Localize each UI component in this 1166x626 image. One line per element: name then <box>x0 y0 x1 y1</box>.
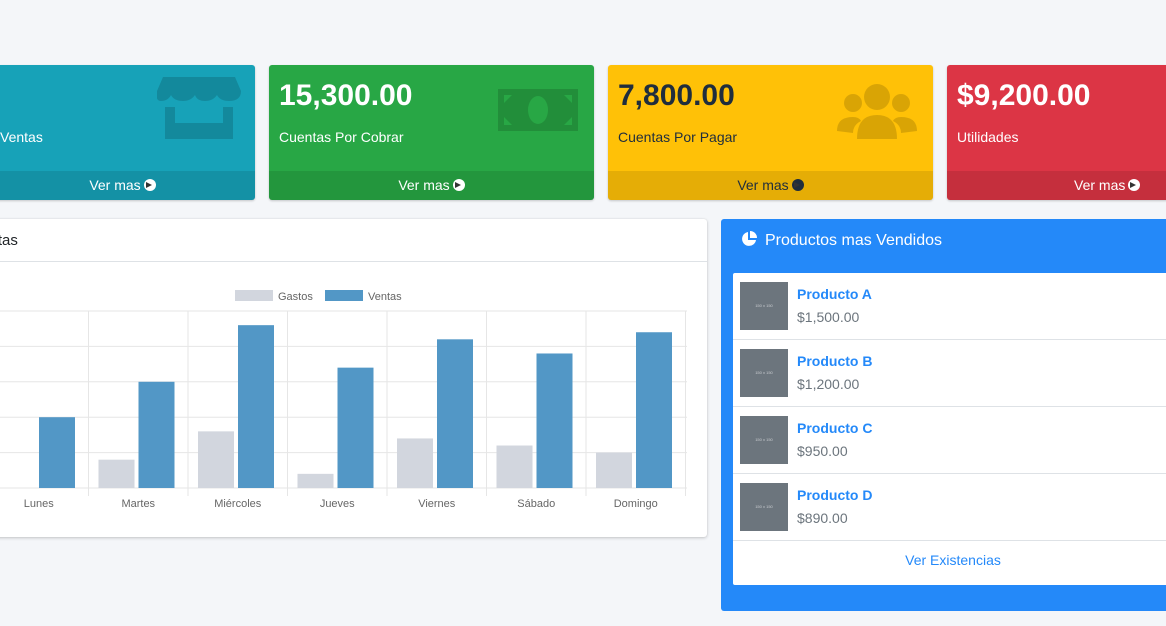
bar-ventas <box>536 353 573 488</box>
arrow-circle-right-icon <box>791 179 804 191</box>
box-value: $9,200.00 <box>957 79 1091 112</box>
product-thumbnail: 150 x 150 <box>740 416 788 464</box>
arrow-circle-right-icon <box>143 179 156 191</box>
more-label: Ver mas <box>1074 177 1126 193</box>
money-icon <box>498 89 578 131</box>
list-item: 150 x 150 Producto A $1,500.00 <box>733 273 1166 340</box>
ver-existencias-link[interactable]: Ver Existencias <box>733 552 1166 568</box>
bar-ventas <box>437 339 473 488</box>
bar-ventas <box>138 381 175 488</box>
legend-label: Ventas <box>368 291 402 303</box>
arrow-circle-right-icon <box>1128 179 1141 191</box>
utilidades-box: $9,200.00 Utilidades Ver mas <box>947 65 1166 200</box>
x-tick-label: Viernes <box>418 498 456 510</box>
bar-gastos <box>98 459 135 488</box>
bar-ventas <box>636 332 672 488</box>
product-list: 150 x 150 Producto A $1,500.00 150 x 150… <box>733 273 1166 585</box>
more-label: Ver mas <box>398 177 450 193</box>
bar-gastos <box>198 431 234 488</box>
box-more-link[interactable]: Ver mas <box>608 171 933 200</box>
product-thumbnail: 150 x 150 <box>740 282 788 330</box>
list-item: 150 x 150 Producto B $1,200.00 <box>733 340 1166 407</box>
product-price: $890.00 <box>797 510 848 526</box>
bar-gastos <box>397 438 433 488</box>
legend-swatch <box>325 290 363 301</box>
list-item: 150 x 150 Producto D $890.00 <box>733 474 1166 541</box>
users-icon <box>837 84 917 139</box>
bar-ventas <box>238 325 274 488</box>
productos-header: Productos mas Vendidos <box>741 231 942 250</box>
box-more-link[interactable]: Ver mas <box>947 171 1166 200</box>
x-tick-label: Sábado <box>517 498 555 510</box>
product-price: $950.00 <box>797 443 848 459</box>
bar-chart: Lunes Martes Miércoles Jueves Viernes Sábado D… <box>0 290 687 510</box>
product-link[interactable]: Producto A <box>797 286 872 302</box>
bar-gastos <box>596 452 632 488</box>
more-label: Ver mas <box>737 177 789 193</box>
bar-ventas <box>39 417 75 488</box>
box-label: Cuentas Por Cobrar <box>279 129 404 145</box>
bar-ventas <box>337 367 374 488</box>
ventas-box: Ventas Ver mas <box>0 65 255 200</box>
legend-label: Gastos <box>278 291 313 303</box>
x-tick-label: Miércoles <box>214 498 262 510</box>
product-price: $1,500.00 <box>797 309 860 325</box>
list-item: 150 x 150 Producto C $950.00 <box>733 407 1166 474</box>
product-link[interactable]: Producto C <box>797 420 872 436</box>
x-tick-label: Martes <box>121 498 155 510</box>
product-thumbnail: 150 x 150 <box>740 349 788 397</box>
box-label: Utilidades <box>957 129 1019 145</box>
bar-gastos <box>496 445 533 488</box>
product-thumbnail: 150 x 150 <box>740 483 788 531</box>
bar-gastos <box>297 473 334 488</box>
productos-title: Productos mas Vendidos <box>765 232 942 249</box>
box-more-link[interactable]: Ver mas <box>0 171 255 200</box>
box-value: 7,800.00 <box>618 79 735 112</box>
store-icon <box>157 77 241 139</box>
cuentas-cobrar-box: 15,300.00 Cuentas Por Cobrar Ver mas <box>269 65 594 200</box>
x-tick-label: Domingo <box>614 498 658 510</box>
productos-card: Productos mas Vendidos 150 x 150 Product… <box>721 219 1166 611</box>
x-tick-label: Lunes <box>24 498 54 510</box>
box-value: 15,300.00 <box>279 79 413 112</box>
x-tick-label: Jueves <box>320 498 355 510</box>
ventas-chart-card: Ventas Lunes Martes Miércoles Jueves Viernes… <box>0 219 707 537</box>
product-link[interactable]: Producto D <box>797 487 872 503</box>
legend-swatch <box>235 290 273 301</box>
box-label: Cuentas Por Pagar <box>618 129 738 145</box>
box-more-link[interactable]: Ver mas <box>269 171 594 200</box>
box-label: Ventas <box>0 129 43 145</box>
product-link[interactable]: Producto B <box>797 353 872 369</box>
chart-pie-icon <box>742 231 757 246</box>
product-price: $1,200.00 <box>797 376 860 392</box>
arrow-circle-right-icon <box>452 179 465 191</box>
cuentas-pagar-box: 7,800.00 Cuentas Por Pagar Ver mas <box>608 65 933 200</box>
more-label: Ver mas <box>89 177 141 193</box>
